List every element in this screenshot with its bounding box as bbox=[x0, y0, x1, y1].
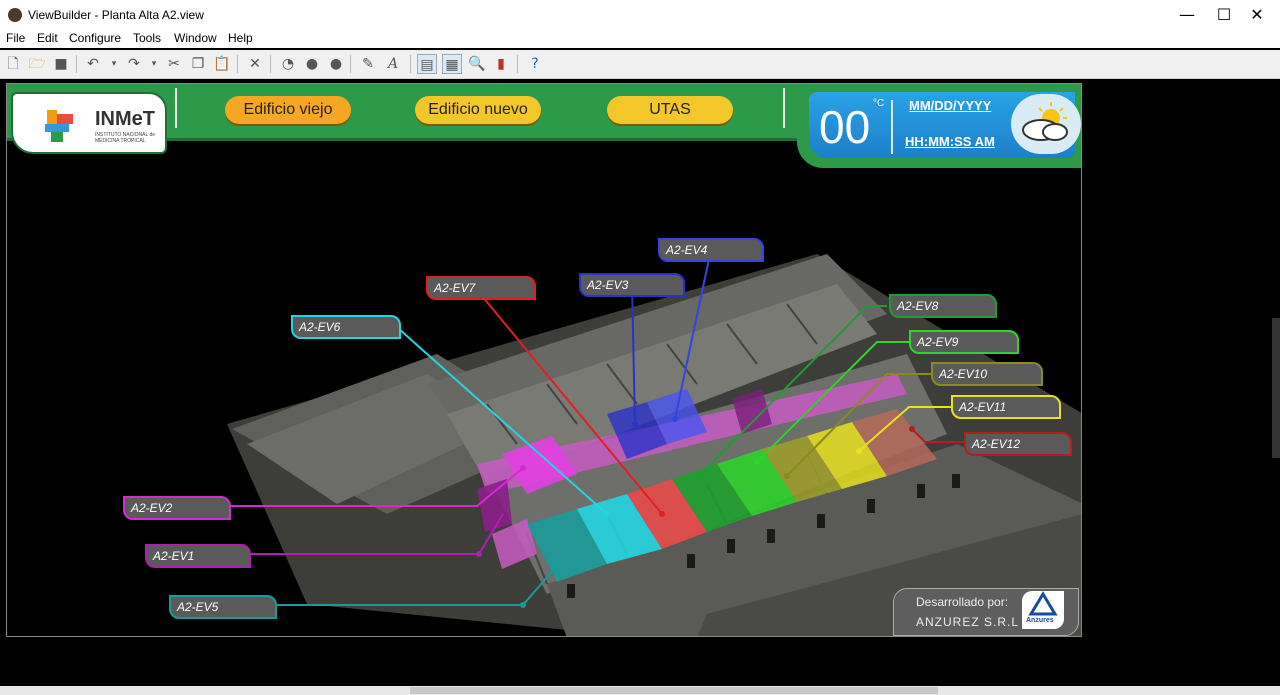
text-icon[interactable]: A bbox=[383, 54, 403, 74]
weather-separator bbox=[891, 100, 893, 154]
tag-a2-ev7[interactable]: A2-EV7 bbox=[426, 276, 536, 300]
temperature-value: 00 bbox=[819, 101, 871, 153]
tag-a2-ev6[interactable]: A2-EV6 bbox=[291, 315, 401, 339]
anzures-logo-icon bbox=[1028, 591, 1058, 616]
developer-credits: Desarrollado por: ANZUREZ S.R.L Anzures bbox=[893, 588, 1079, 636]
undo-dropdown-icon[interactable]: ▾ bbox=[104, 54, 124, 74]
tag-a2-ev9[interactable]: A2-EV9 bbox=[909, 330, 1019, 354]
chart-icon[interactable]: ▮ bbox=[491, 54, 511, 74]
edificio-nuevo-button[interactable]: Edificio nuevo bbox=[415, 96, 541, 124]
anzures-logo: Anzures bbox=[1022, 591, 1064, 629]
tag-a2-ev2[interactable]: A2-EV2 bbox=[123, 496, 231, 520]
view-a-icon[interactable]: ▤ bbox=[417, 54, 437, 74]
inmet-logo-icon bbox=[45, 110, 73, 142]
save-icon[interactable]: ■ bbox=[51, 54, 71, 74]
redo-icon[interactable]: ↷ bbox=[124, 54, 144, 74]
logo-text: INMeT bbox=[95, 108, 155, 130]
cut-icon[interactable]: ✂ bbox=[164, 54, 184, 74]
time-display: HH:MM:SS AM bbox=[905, 134, 995, 149]
view-canvas: INMeT INSTITUTO NACIONAL de MEDICINA TRO… bbox=[6, 83, 1082, 637]
view-b-icon[interactable]: ▦ bbox=[442, 54, 462, 74]
tag-a2-ev11[interactable]: A2-EV11 bbox=[951, 395, 1061, 419]
zoom-icon[interactable]: 🔍 bbox=[467, 54, 487, 74]
horizontal-scrollbar[interactable] bbox=[0, 686, 1280, 695]
tag-a2-ev10[interactable]: A2-EV10 bbox=[931, 362, 1043, 386]
help-b-icon[interactable]: ● bbox=[302, 54, 322, 74]
menu-tools[interactable]: Tools bbox=[133, 31, 161, 45]
close-button[interactable]: ✕ bbox=[1234, 0, 1280, 30]
weather-panel: 00 °C MM/DD/YYYY HH:MM:SS AM bbox=[797, 84, 1081, 168]
window-title: ViewBuilder - Planta Alta A2.view bbox=[28, 8, 204, 22]
tag-a2-ev4[interactable]: A2-EV4 bbox=[658, 238, 764, 262]
logo-subtitle: INSTITUTO NACIONAL de MEDICINA TROPICAL bbox=[95, 132, 156, 144]
help-c-icon[interactable]: ● bbox=[326, 54, 346, 74]
tag-a2-ev8[interactable]: A2-EV8 bbox=[889, 294, 997, 318]
menu-configure[interactable]: Configure bbox=[69, 31, 121, 45]
tag-a2-ev5[interactable]: A2-EV5 bbox=[169, 595, 277, 619]
credits-label: Desarrollado por: bbox=[916, 595, 1009, 609]
new-icon[interactable]: 🗋 bbox=[3, 54, 23, 74]
menu-help[interactable]: Help bbox=[228, 31, 253, 45]
nav-separator bbox=[175, 88, 177, 128]
weather-icon-container bbox=[1011, 94, 1081, 154]
app-icon bbox=[8, 8, 22, 22]
weather-display: 00 °C MM/DD/YYYY HH:MM:SS AM bbox=[809, 92, 1081, 158]
edificio-viejo-button[interactable]: Edificio viejo bbox=[225, 96, 351, 124]
tag-a2-ev1[interactable]: A2-EV1 bbox=[145, 544, 251, 568]
nav-separator bbox=[783, 88, 785, 128]
credits-company: ANZUREZ S.R.L bbox=[916, 615, 1020, 629]
date-display: MM/DD/YYYY bbox=[909, 98, 992, 113]
utas-button[interactable]: UTAS bbox=[607, 96, 733, 124]
toolbar: 🗋 🗁 ■ ↶ ▾ ↷ ▾ ✂ ❐ 📋 ✕ ◔ ● ● ✎ A ▤ ▦ 🔍 ▮ … bbox=[0, 50, 1280, 79]
partly-cloudy-icon bbox=[1022, 102, 1068, 141]
vertical-scrollbar[interactable] bbox=[1272, 318, 1280, 458]
tag-a2-ev3[interactable]: A2-EV3 bbox=[579, 273, 685, 297]
paste-icon[interactable]: 📋 bbox=[212, 54, 232, 74]
anzures-logo-text: Anzures bbox=[1026, 617, 1054, 624]
help-a-icon[interactable]: ◔ bbox=[278, 54, 298, 74]
temperature-unit: °C bbox=[873, 98, 885, 109]
open-icon[interactable]: 🗁 bbox=[27, 54, 47, 74]
copy-icon[interactable]: ❐ bbox=[188, 54, 208, 74]
menu-file[interactable]: File bbox=[6, 31, 25, 45]
horizontal-scrollbar-thumb[interactable] bbox=[410, 687, 938, 694]
tag-a2-ev12[interactable]: A2-EV12 bbox=[964, 432, 1072, 456]
logo: INMeT INSTITUTO NACIONAL de MEDICINA TRO… bbox=[11, 92, 167, 154]
link-icon[interactable]: ✎ bbox=[358, 54, 378, 74]
undo-icon[interactable]: ↶ bbox=[83, 54, 103, 74]
redo-dropdown-icon[interactable]: ▾ bbox=[144, 54, 164, 74]
menu-bar: File Edit Configure Tools Window Help bbox=[0, 30, 1280, 48]
title-bar: ViewBuilder - Planta Alta A2.view — ☐ ✕ bbox=[0, 0, 1280, 30]
menu-edit[interactable]: Edit bbox=[37, 31, 58, 45]
menu-window[interactable]: Window bbox=[174, 31, 217, 45]
help-icon[interactable]: ? bbox=[525, 54, 545, 74]
pointer-icon[interactable]: ✕ bbox=[245, 54, 265, 74]
